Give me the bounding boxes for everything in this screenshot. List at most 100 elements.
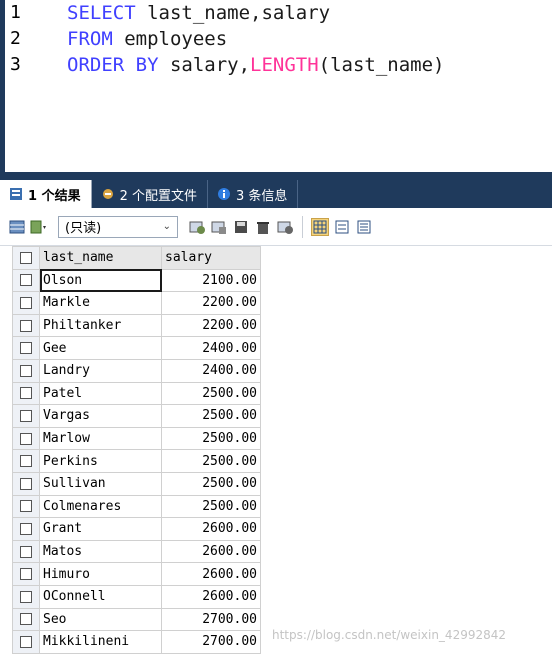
table-row[interactable]: Grant 2600.00 — [12, 517, 261, 541]
table-row[interactable]: Perkins 2500.00 — [12, 449, 261, 473]
save-icon[interactable] — [232, 218, 250, 236]
table-row[interactable]: Sullivan 2500.00 — [12, 471, 261, 496]
cell-last-name[interactable]: Colmenares — [39, 494, 162, 519]
code-line-2[interactable]: FROM employees — [67, 28, 227, 50]
row-checkbox[interactable] — [20, 500, 32, 513]
row-checkbox-cell[interactable] — [12, 630, 40, 654]
cell-salary[interactable]: 2500.00 — [161, 471, 261, 496]
row-checkbox-cell[interactable] — [12, 426, 40, 451]
cell-last-name[interactable]: Sullivan — [39, 471, 162, 496]
select-all-checkbox[interactable] — [20, 251, 32, 264]
cell-salary[interactable]: 2700.00 — [161, 607, 261, 632]
cell-last-name[interactable]: Patel — [39, 381, 162, 406]
cell-salary[interactable]: 2500.00 — [161, 404, 261, 428]
table-row[interactable]: OConnell 2600.00 — [12, 584, 261, 609]
cell-last-name[interactable]: Olson — [39, 268, 162, 293]
row-checkbox-cell[interactable] — [12, 584, 40, 609]
tab-profiles[interactable]: 2 个配置文件 — [92, 180, 208, 208]
row-checkbox[interactable] — [20, 342, 32, 355]
cell-last-name[interactable]: Seo — [39, 607, 162, 632]
cell-last-name[interactable]: Grant — [39, 517, 162, 541]
table-row[interactable]: Mikkilineni 2700.00 — [12, 630, 261, 654]
cell-last-name[interactable]: Himuro — [39, 562, 162, 586]
row-checkbox[interactable] — [20, 545, 32, 558]
cell-last-name[interactable]: Philtanker — [39, 313, 162, 338]
row-checkbox-cell[interactable] — [12, 358, 40, 383]
table-row[interactable]: Philtanker 2200.00 — [12, 313, 261, 338]
row-checkbox[interactable] — [20, 635, 32, 648]
code-line-1[interactable]: SELECT last_name,salary — [67, 2, 330, 24]
grid-view-icon[interactable] — [311, 217, 329, 236]
table-row[interactable]: Gee 2400.00 — [12, 336, 261, 360]
export-menu-icon[interactable] — [30, 218, 48, 236]
cell-last-name[interactable]: Gee — [39, 336, 162, 360]
row-checkbox-cell[interactable] — [12, 471, 40, 496]
row-checkbox-cell[interactable] — [12, 291, 40, 315]
column-header-last-name[interactable]: last_name — [39, 246, 162, 270]
row-checkbox[interactable] — [20, 455, 32, 468]
code-line-3[interactable]: ORDER BY salary,LENGTH(last_name) — [67, 54, 445, 76]
row-checkbox-cell[interactable] — [12, 607, 40, 632]
row-checkbox-cell[interactable] — [12, 381, 40, 406]
cell-salary[interactable]: 2500.00 — [161, 381, 261, 406]
row-checkbox[interactable] — [20, 319, 32, 332]
cell-last-name[interactable]: OConnell — [39, 584, 162, 609]
column-header-salary[interactable]: salary — [161, 246, 261, 270]
cell-salary[interactable]: 2400.00 — [161, 358, 261, 383]
table-row[interactable]: Vargas 2500.00 — [12, 404, 261, 428]
table-row[interactable]: Marlow 2500.00 — [12, 426, 261, 451]
duplicate-row-icon[interactable] — [210, 218, 228, 236]
cell-last-name[interactable]: Vargas — [39, 404, 162, 428]
tab-messages[interactable]: 3 条信息 — [208, 180, 299, 208]
row-checkbox[interactable] — [20, 568, 32, 581]
cell-salary[interactable]: 2600.00 — [161, 539, 261, 564]
row-checkbox-cell[interactable] — [12, 562, 40, 586]
cancel-changes-icon[interactable] — [276, 218, 294, 236]
cell-salary[interactable]: 2600.00 — [161, 562, 261, 586]
cell-salary[interactable]: 2600.00 — [161, 584, 261, 609]
sql-editor[interactable]: 1 2 3 SELECT last_name,salary FROM emplo… — [0, 0, 552, 172]
cell-last-name[interactable]: Marlow — [39, 426, 162, 451]
row-checkbox-cell[interactable] — [12, 539, 40, 564]
cell-salary[interactable]: 2600.00 — [161, 517, 261, 541]
table-row[interactable]: Landry 2400.00 — [12, 358, 261, 383]
cell-last-name[interactable]: Mikkilineni — [39, 630, 162, 654]
row-checkbox[interactable] — [20, 613, 32, 626]
row-checkbox[interactable] — [20, 364, 32, 377]
row-checkbox[interactable] — [20, 432, 32, 445]
cell-salary[interactable]: 2700.00 — [161, 630, 261, 654]
row-checkbox-cell[interactable] — [12, 268, 40, 293]
row-checkbox-cell[interactable] — [12, 494, 40, 519]
row-checkbox[interactable] — [20, 590, 32, 603]
row-checkbox[interactable] — [20, 274, 32, 287]
cell-salary[interactable]: 2400.00 — [161, 336, 261, 360]
table-row[interactable]: Seo 2700.00 — [12, 607, 261, 632]
insert-row-icon[interactable] — [188, 218, 206, 236]
cell-last-name[interactable]: Matos — [39, 539, 162, 564]
row-checkbox-cell[interactable] — [12, 449, 40, 473]
readonly-select[interactable]: (只读) ⌄ — [58, 215, 178, 238]
cell-salary[interactable]: 2500.00 — [161, 426, 261, 451]
row-checkbox-cell[interactable] — [12, 404, 40, 428]
export-grid-icon[interactable] — [8, 218, 26, 236]
row-checkbox-cell[interactable] — [12, 517, 40, 541]
cell-salary[interactable]: 2100.00 — [161, 268, 261, 293]
cell-last-name[interactable]: Perkins — [39, 449, 162, 473]
text-view-icon[interactable] — [355, 218, 373, 236]
table-row[interactable]: Olson 2100.00 — [12, 268, 261, 293]
select-all-cell[interactable] — [12, 246, 40, 270]
table-row[interactable]: Matos 2600.00 — [12, 539, 261, 564]
cell-salary[interactable]: 2200.00 — [161, 291, 261, 315]
cell-last-name[interactable]: Landry — [39, 358, 162, 383]
table-row[interactable]: Patel 2500.00 — [12, 381, 261, 406]
table-row[interactable]: Markle 2200.00 — [12, 291, 261, 315]
row-checkbox[interactable] — [20, 387, 32, 400]
row-checkbox-cell[interactable] — [12, 313, 40, 338]
form-view-icon[interactable] — [333, 218, 351, 236]
tab-results[interactable]: 1 个结果 — [0, 180, 92, 208]
row-checkbox[interactable] — [20, 409, 32, 422]
row-checkbox[interactable] — [20, 522, 32, 535]
row-checkbox[interactable] — [20, 296, 32, 309]
cell-salary[interactable]: 2200.00 — [161, 313, 261, 338]
table-row[interactable]: Himuro 2600.00 — [12, 562, 261, 586]
